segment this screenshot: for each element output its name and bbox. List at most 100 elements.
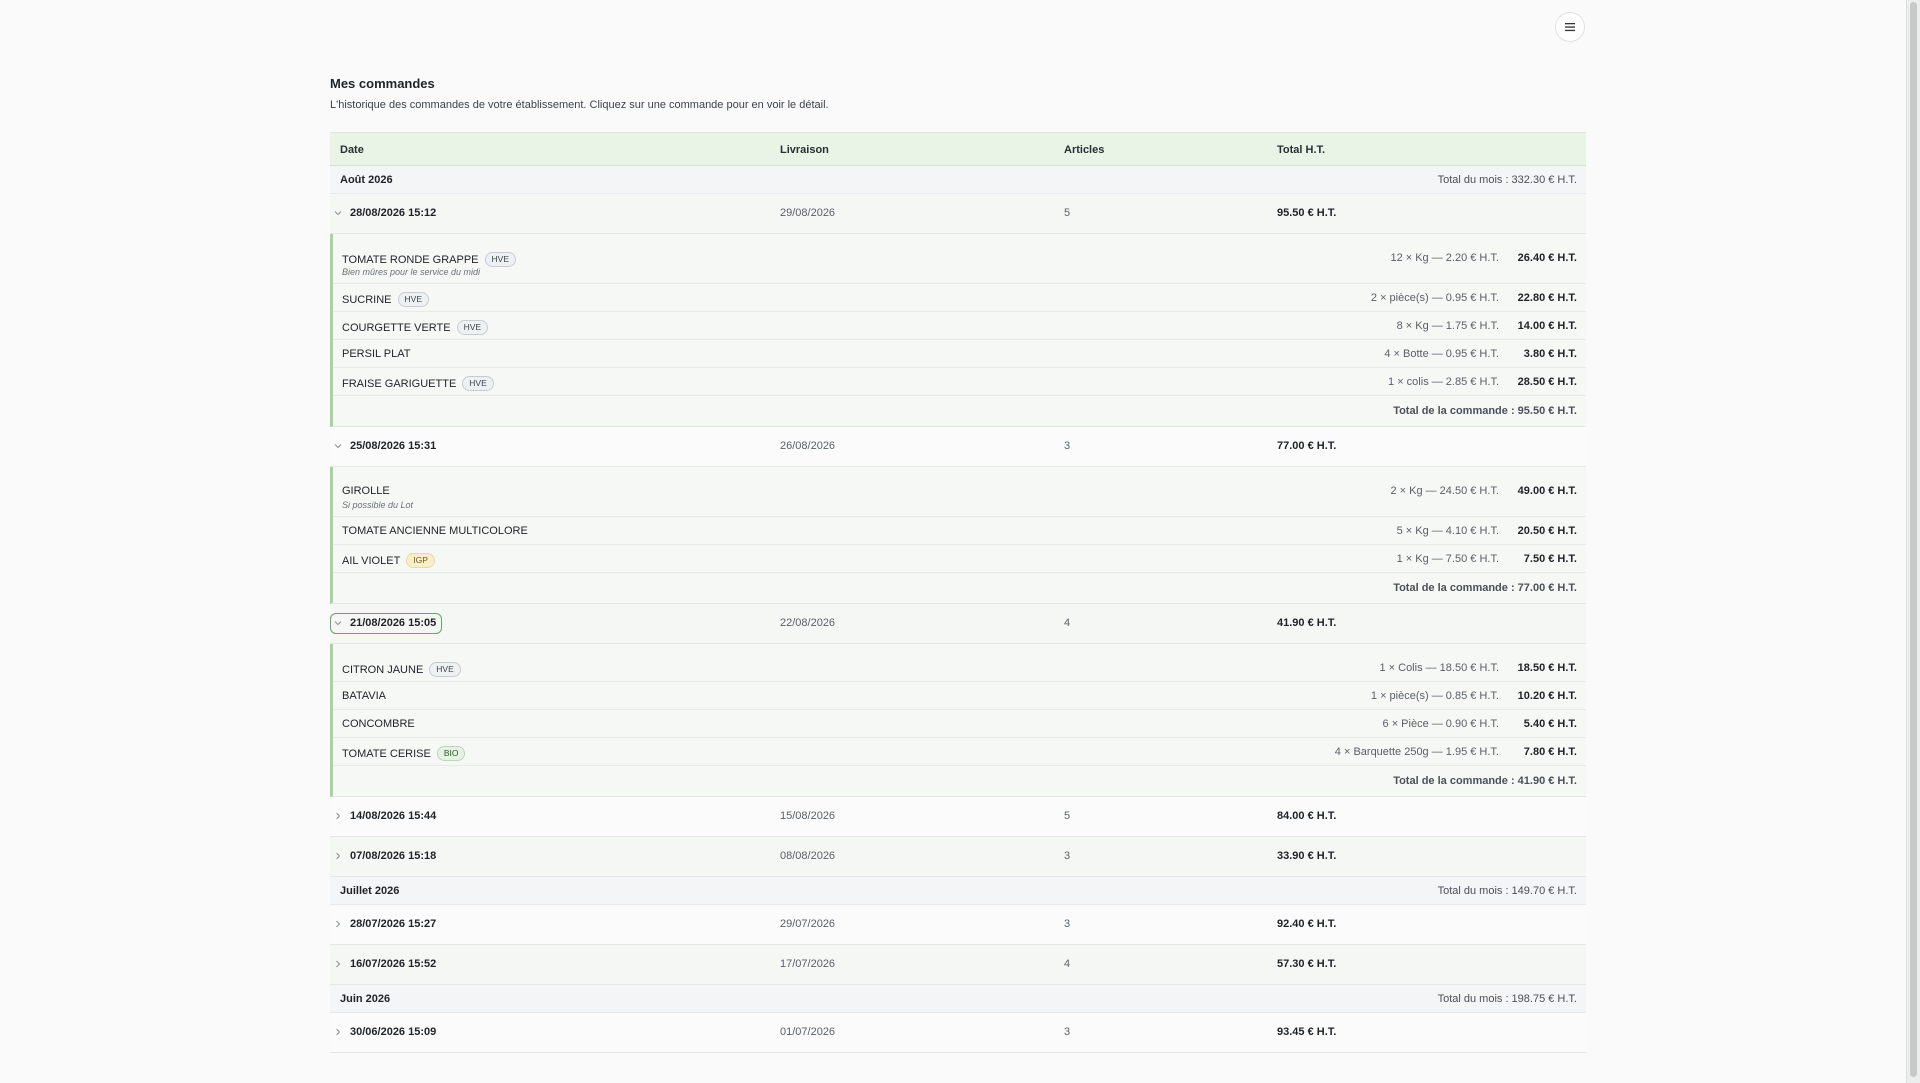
item-name-wrap: GIROLLE xyxy=(342,485,390,497)
label-badge: HVE xyxy=(397,292,429,307)
order-date: 28/08/2026 15:12 xyxy=(350,207,437,219)
order-total: 57.30 € H.T. xyxy=(1277,958,1337,970)
order-row[interactable]: 21/08/2026 15:05 22/08/2026 4 41.90 € H.T. xyxy=(330,604,1586,644)
month-total: Total du mois : 149.70 € H.T. xyxy=(1437,885,1577,897)
order-row[interactable]: 25/08/2026 15:31 26/08/2026 3 77.00 € H.T. xyxy=(330,427,1586,467)
item-price: 22.80 € H.T. xyxy=(1517,292,1577,304)
order-total: 95.50 € H.T. xyxy=(1277,207,1337,219)
table-header: Date Livraison Articles Total H.T. xyxy=(330,132,1586,166)
order-row[interactable]: 30/06/2026 15:09 01/07/2026 3 93.45 € H.T. xyxy=(330,1013,1586,1053)
chevron-right-icon[interactable] xyxy=(333,811,343,821)
item-quantity: 1 × Kg — 7.50 € H.T. xyxy=(1396,553,1499,565)
order-total-summary: Total de la commande : 41.90 € H.T. xyxy=(1393,775,1577,787)
order-delivery-date: 15/08/2026 xyxy=(780,810,836,822)
chevron-right-icon[interactable] xyxy=(333,1027,343,1037)
label-badge: HVE xyxy=(456,320,489,335)
page-scrollbar[interactable] xyxy=(1906,0,1920,1083)
order-total: 93.45 € H.T. xyxy=(1277,1026,1337,1038)
item-quantity: 4 × Botte — 0.95 € H.T. xyxy=(1384,348,1499,360)
order-line-item: AIL VIOLET IGP 1 × Kg — 7.50 € H.T. 7.50 € … xyxy=(333,545,1586,573)
chevron-down-icon[interactable] xyxy=(333,208,343,218)
order-article-count: 4 xyxy=(1064,958,1071,970)
item-quantity: 12 × Kg — 2.20 € H.T. xyxy=(1390,252,1499,264)
order-details: CITRON JAUNE HVE 1 × Colis — 18.50 € H.T. 1… xyxy=(330,644,1586,797)
item-quantity: 1 × colis — 2.85 € H.T. xyxy=(1388,376,1499,388)
order-line-item: COURGETTE VERTE HVE 8 × Kg — 1.75 € H.T. 14… xyxy=(333,312,1586,340)
order-line-item: TOMATE CERISE BIO 4 × Barquette 250g — 1.9… xyxy=(333,738,1586,766)
header-date: Date xyxy=(340,144,364,156)
chevron-right-icon[interactable] xyxy=(333,959,343,969)
item-quantity: 1 × pièce(s) — 0.85 € H.T. xyxy=(1370,690,1499,702)
item-name-wrap: CITRON JAUNE HVE xyxy=(342,662,461,677)
order-article-count: 3 xyxy=(1064,918,1071,930)
month-group-row: Juillet 2026 Total du mois : 149.70 € H.T… xyxy=(330,877,1586,905)
order-delivery-date: 29/07/2026 xyxy=(780,918,836,930)
scrollbar-thumb[interactable] xyxy=(1910,2,1917,1077)
item-price: 49.00 € H.T. xyxy=(1517,485,1577,497)
order-details: GIROLLE Si possible du Lot 2 × Kg — 24.50 … xyxy=(330,467,1586,604)
item-quantity: 2 × pièce(s) — 0.95 € H.T. xyxy=(1370,292,1499,304)
order-row[interactable]: 07/08/2026 15:18 08/08/2026 3 33.90 € H.T. xyxy=(330,837,1586,877)
order-delivery-date: 22/08/2026 xyxy=(780,617,836,629)
item-note: Bien mûres pour le service du midi xyxy=(342,267,481,277)
order-line-item: TOMATE RONDE GRAPPE HVE Bien mûres pour le… xyxy=(333,244,1586,284)
item-name-wrap: BATAVIA xyxy=(342,690,386,702)
order-row[interactable]: 28/07/2026 15:27 29/07/2026 3 92.40 € H.T. xyxy=(330,905,1586,945)
order-row[interactable]: 28/08/2026 15:12 29/08/2026 5 95.50 € H.T. xyxy=(330,194,1586,234)
chevron-down-icon[interactable] xyxy=(333,618,343,628)
order-row[interactable]: 14/08/2026 15:44 15/08/2026 5 84.00 € H.T. xyxy=(330,797,1586,837)
order-line-item: GIROLLE Si possible du Lot 2 × Kg — 24.50 … xyxy=(333,477,1586,517)
header-articles: Articles xyxy=(1064,144,1105,156)
order-date: 16/07/2026 15:52 xyxy=(350,958,437,970)
order-total-summary: Total de la commande : 95.50 € H.T. xyxy=(1393,405,1577,417)
order-row[interactable]: 16/07/2026 15:52 17/07/2026 4 57.30 € H.T. xyxy=(330,945,1586,985)
item-name: AIL VIOLET xyxy=(342,554,401,567)
item-name-wrap: CONCOMBRE xyxy=(342,718,415,730)
label-badge: HVE xyxy=(462,376,494,391)
month-total: Total du mois : 332.30 € H.T. xyxy=(1437,174,1577,186)
menu-icon xyxy=(1565,23,1575,32)
order-line-item: SUCRINE HVE 2 × pièce(s) — 0.95 € H.T. 22.8… xyxy=(333,284,1586,312)
item-name: GIROLLE xyxy=(342,485,390,497)
order-total-line: Total de la commande : 41.90 € H.T. xyxy=(333,766,1586,796)
item-price: 14.00 € H.T. xyxy=(1517,320,1577,332)
order-line-item: TOMATE ANCIENNE MULTICOLORE 5 × Kg — 4.10… xyxy=(333,517,1586,545)
month-label: Juillet 2026 xyxy=(340,885,400,897)
order-delivery-date: 01/07/2026 xyxy=(780,1026,836,1038)
order-total-line: Total de la commande : 95.50 € H.T. xyxy=(333,396,1586,426)
header-total: Total H.T. xyxy=(1277,144,1326,156)
menu-button[interactable] xyxy=(1555,12,1585,42)
header-livraison: Livraison xyxy=(780,144,829,156)
item-name-wrap: AIL VIOLET IGP xyxy=(342,553,435,568)
order-article-count: 3 xyxy=(1064,1026,1071,1038)
chevron-right-icon[interactable] xyxy=(333,851,343,861)
order-delivery-date: 08/08/2026 xyxy=(780,850,836,862)
item-name-wrap: FRAISE GARIGUETTE HVE xyxy=(342,376,494,391)
item-quantity: 6 × Pièce — 0.90 € H.T. xyxy=(1382,718,1499,730)
item-price: 5.40 € H.T. xyxy=(1523,718,1577,730)
chevron-down-icon[interactable] xyxy=(333,441,343,451)
item-price: 18.50 € H.T. xyxy=(1517,662,1577,674)
item-price: 28.50 € H.T. xyxy=(1517,376,1577,388)
month-group-row: Août 2026 Total du mois : 332.30 € H.T. xyxy=(330,166,1586,194)
order-total: 41.90 € H.T. xyxy=(1277,617,1337,629)
item-name-wrap: SUCRINE HVE xyxy=(342,292,429,307)
order-total: 84.00 € H.T. xyxy=(1277,810,1337,822)
month-total: Total du mois : 198.75 € H.T. xyxy=(1437,993,1577,1005)
page-title: Mes commandes xyxy=(330,76,435,91)
order-delivery-date: 17/07/2026 xyxy=(780,958,836,970)
item-name-wrap: PERSIL PLAT xyxy=(342,348,410,360)
order-delivery-date: 26/08/2026 xyxy=(780,440,836,452)
item-name: FRAISE GARIGUETTE xyxy=(342,377,457,390)
chevron-right-icon[interactable] xyxy=(333,919,343,929)
order-total: 77.00 € H.T. xyxy=(1277,440,1337,452)
item-quantity: 2 × Kg — 24.50 € H.T. xyxy=(1390,485,1499,497)
month-label: Août 2026 xyxy=(340,174,393,186)
item-name: BATAVIA xyxy=(342,690,387,702)
order-line-item: CONCOMBRE 6 × Pièce — 0.90 € H.T. 5.40 € H… xyxy=(333,710,1586,738)
order-article-count: 3 xyxy=(1064,440,1071,452)
item-name-wrap: TOMATE ANCIENNE MULTICOLORE xyxy=(342,525,528,537)
item-price: 7.80 € H.T. xyxy=(1523,746,1577,758)
order-total-line: Total de la commande : 77.00 € H.T. xyxy=(333,573,1586,603)
order-line-item: PERSIL PLAT 4 × Botte — 0.95 € H.T. 3.80 €… xyxy=(333,340,1586,368)
